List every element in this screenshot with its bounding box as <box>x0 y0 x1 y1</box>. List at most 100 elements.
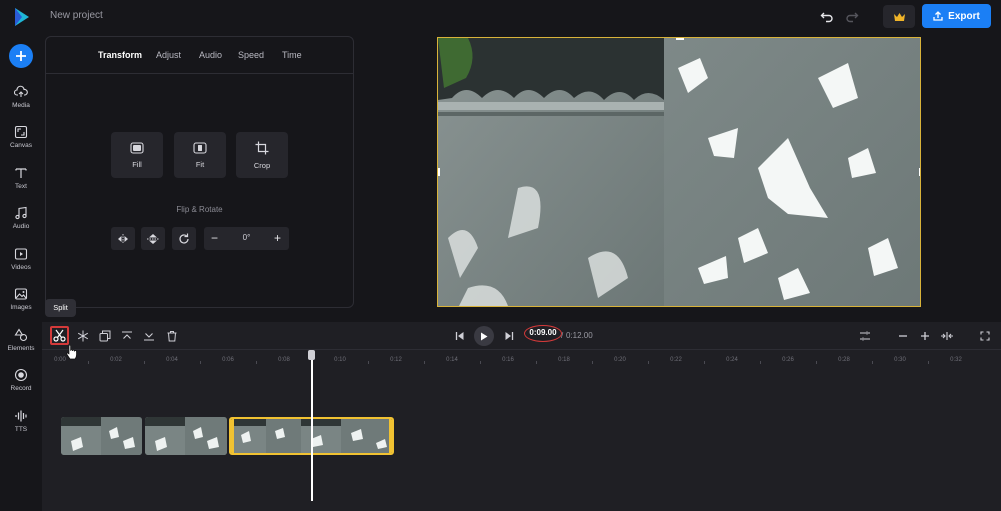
ruler-tick-label: 0:04 <box>166 357 178 363</box>
app-logo-icon[interactable] <box>12 7 32 27</box>
panel-tabs: Transform Adjust Audio Speed Time <box>46 37 353 74</box>
ruler-tick-mark <box>592 361 593 364</box>
sidebar-item-label: Media <box>12 102 30 109</box>
tab-transform[interactable]: Transform <box>98 50 142 60</box>
plus-icon <box>16 51 26 61</box>
ruler-tick-mark <box>88 361 89 364</box>
sidebar-item-media[interactable]: Media <box>0 85 42 121</box>
crop-button[interactable]: Crop <box>236 132 288 178</box>
resize-handle-left[interactable] <box>438 168 440 176</box>
ruler-tick-mark <box>648 361 649 364</box>
clip-thumbnail <box>61 417 142 455</box>
zoom-to-fit-icon[interactable] <box>939 328 955 344</box>
timeline-clip[interactable] <box>145 417 227 455</box>
left-sidebar: Media Canvas Text Audio Videos Images El… <box>0 34 42 511</box>
ruler-tick-label: 0:00 <box>54 357 66 363</box>
play-icon <box>481 332 488 340</box>
zoom-in-icon[interactable] <box>917 328 933 344</box>
playhead[interactable] <box>311 352 313 501</box>
zoom-out-icon[interactable] <box>895 328 911 344</box>
canvas-icon <box>14 125 28 139</box>
sidebar-item-tts[interactable]: TTS <box>0 409 42 445</box>
mouse-pointer-icon <box>66 345 77 360</box>
flip-horizontal-button[interactable] <box>111 227 135 250</box>
fit-button[interactable]: Fit <box>174 132 226 178</box>
export-label: Export <box>948 10 980 22</box>
split-button[interactable] <box>50 326 69 345</box>
sidebar-item-label: TTS <box>14 426 28 433</box>
tab-speed[interactable]: Speed <box>238 50 264 60</box>
playhead-handle[interactable] <box>308 350 315 360</box>
sidebar-item-label: Audio <box>12 223 30 230</box>
timeline-ruler[interactable]: 0:00 0:02 0:04 0:06 0:08 0:10 0:12 0:14 0:16 0:18… <box>42 351 1001 371</box>
sidebar-item-canvas[interactable]: Canvas <box>0 125 42 161</box>
move-up-icon[interactable] <box>119 328 135 344</box>
crop-icon <box>255 141 269 154</box>
sidebar-item-elements[interactable]: Elements <box>0 328 42 364</box>
tab-time[interactable]: Time <box>282 50 302 60</box>
flip-vertical-icon <box>147 233 159 244</box>
fill-label: Fill <box>132 159 142 169</box>
sidebar-item-record[interactable]: Record <box>0 368 42 404</box>
video-preview[interactable] <box>437 37 921 307</box>
project-title[interactable]: New project <box>50 10 103 21</box>
premium-crown-button[interactable] <box>883 5 915 28</box>
properties-panel: Transform Adjust Audio Speed Time Fill F… <box>45 36 354 308</box>
clip-trim-handle-right[interactable] <box>389 419 392 453</box>
sidebar-item-images[interactable]: Images <box>0 287 42 323</box>
tab-audio[interactable]: Audio <box>199 50 222 60</box>
preview-frame-image <box>438 38 920 306</box>
export-button[interactable]: Export <box>922 4 991 28</box>
tab-adjust[interactable]: Adjust <box>156 50 181 60</box>
crown-icon <box>893 12 905 21</box>
sidebar-item-text[interactable]: Text <box>0 166 42 202</box>
add-button[interactable] <box>9 44 33 68</box>
ruler-tick-mark <box>816 361 817 364</box>
ruler-tick-label: 0:20 <box>614 357 626 363</box>
undo-icon[interactable] <box>819 9 835 25</box>
waveform-icon <box>15 410 27 422</box>
ruler-tick-label: 0:14 <box>446 357 458 363</box>
flip-rotate-title: Flip & Rotate <box>176 205 223 214</box>
resize-handle-top[interactable] <box>676 38 684 40</box>
flip-horizontal-icon <box>118 233 128 244</box>
ruler-tick-label: 0:30 <box>894 357 906 363</box>
ruler-tick-mark <box>704 361 705 364</box>
clip-thumbnail <box>145 417 227 455</box>
timeline-clip[interactable] <box>61 417 142 455</box>
redo-icon[interactable] <box>844 9 860 25</box>
sidebar-item-label: Videos <box>11 264 31 271</box>
ruler-tick-mark <box>368 361 369 364</box>
rotation-stepper[interactable]: − 0° + <box>204 227 289 250</box>
skip-back-icon[interactable] <box>452 328 468 344</box>
cloud-upload-icon <box>14 85 28 97</box>
duplicate-icon[interactable] <box>97 328 113 344</box>
fit-timeline-icon[interactable] <box>857 328 873 344</box>
rotation-increase-button[interactable]: + <box>274 231 281 245</box>
freeze-icon[interactable] <box>75 328 91 344</box>
play-button[interactable] <box>474 326 494 346</box>
clip-trim-handle-left[interactable] <box>231 419 234 453</box>
delete-icon[interactable] <box>164 328 180 344</box>
ruler-tick-label: 0:02 <box>110 357 122 363</box>
skip-forward-icon[interactable] <box>501 328 517 344</box>
ruler-tick-label: 0:32 <box>950 357 962 363</box>
sidebar-item-label: Text <box>15 183 27 190</box>
sidebar-item-videos[interactable]: Videos <box>0 247 42 283</box>
flip-vertical-button[interactable] <box>141 227 165 250</box>
ruler-tick-label: 0:10 <box>334 357 346 363</box>
ruler-tick-label: 0:12 <box>390 357 402 363</box>
video-icon <box>14 248 28 260</box>
sidebar-item-audio[interactable]: Audio <box>0 206 42 242</box>
sidebar-item-label: Images <box>10 304 32 311</box>
timeline: 0:09.00 / 0:12.00 0:00 0:02 0:04 0:06 0:08 0:… <box>42 322 1001 511</box>
fill-button[interactable]: Fill <box>111 132 163 178</box>
fullscreen-icon[interactable] <box>977 328 993 344</box>
move-down-icon[interactable] <box>141 328 157 344</box>
ruler-tick-label: 0:18 <box>558 357 570 363</box>
sidebar-item-label: Elements <box>7 345 35 352</box>
record-icon <box>14 368 28 382</box>
rotate-icon <box>179 233 189 244</box>
rotate-button[interactable] <box>172 227 196 250</box>
upload-icon <box>933 11 943 21</box>
